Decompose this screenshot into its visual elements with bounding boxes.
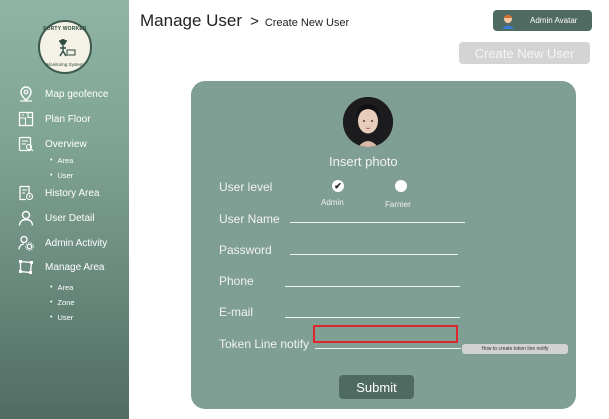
phone-input[interactable]	[285, 286, 460, 287]
map-pin-icon	[18, 86, 34, 102]
sidebar-item-history-area[interactable]: History Area	[18, 185, 99, 201]
breadcrumb: Manage User > Create New User	[140, 11, 349, 31]
phone-label: Phone	[219, 274, 254, 288]
admin-avatar-button[interactable]: Admin Avatar	[493, 10, 592, 31]
token-line-notify-input[interactable]	[313, 325, 458, 343]
history-icon	[18, 185, 34, 201]
user-icon	[18, 210, 34, 226]
sidebar-item-admin-activity[interactable]: Admin Activity	[18, 235, 107, 251]
user-level-admin-label: Admin	[321, 198, 344, 207]
sidebar-item-overview[interactable]: Overview	[18, 136, 87, 152]
manage-area-icon	[18, 259, 34, 275]
password-input[interactable]	[290, 254, 458, 255]
admin-activity-icon	[18, 235, 34, 251]
user-level-label: User level	[219, 180, 273, 194]
sidebar-item-label: Manage Area	[45, 261, 105, 273]
user-level-admin-radio[interactable]: ✔	[332, 180, 344, 192]
email-label: E-mail	[219, 305, 254, 319]
sidebar-item-label: Admin Activity	[45, 237, 108, 249]
app-logo: FORTY WORKER Monitoring System	[38, 20, 92, 74]
sidebar: FORTY WORKER Monitoring System Map geofe…	[0, 0, 129, 419]
sidebar-item-label: Map geofence	[45, 88, 109, 100]
email-input[interactable]	[285, 317, 460, 318]
sidebar-item-manage-area[interactable]: Manage Area	[18, 259, 105, 275]
sidebar-subitem-manage-zone[interactable]: Zone	[50, 298, 74, 307]
logo-bottom-text: Monitoring System	[46, 62, 84, 67]
how-to-create-token-button[interactable]: How to create token line notify	[462, 344, 568, 354]
token-input-underline	[315, 348, 461, 349]
logo-top-text: FORTY WORKER	[43, 26, 87, 32]
profile-photo-image	[343, 97, 393, 147]
farmer-logo-icon	[59, 39, 76, 57]
admin-avatar-label: Admin Avatar	[530, 16, 578, 25]
sidebar-item-label: User Detail	[45, 212, 95, 224]
avatar	[502, 14, 514, 29]
sidebar-subitem-manage-user[interactable]: User	[50, 313, 73, 322]
token-line-notify-label: Token Line notify	[219, 337, 310, 351]
floor-plan-icon	[18, 111, 34, 127]
breadcrumb-current: Create New User	[264, 17, 350, 29]
sidebar-item-label: Overview	[45, 138, 87, 150]
sidebar-item-user-detail[interactable]: User Detail	[18, 210, 94, 226]
check-icon: ✔	[334, 180, 342, 191]
insert-photo-label: Insert photo	[329, 154, 398, 169]
sidebar-subitem-manage-area[interactable]: Area	[50, 283, 73, 292]
overview-icon	[18, 136, 34, 152]
user-name-label: User Name	[219, 212, 280, 226]
page-title: Manage User	[140, 11, 243, 30]
user-name-input[interactable]	[290, 222, 465, 223]
password-label: Password	[219, 243, 272, 257]
submit-button[interactable]: Submit	[339, 375, 414, 399]
sidebar-item-plan-floor[interactable]: Plan Floor	[18, 111, 91, 127]
sidebar-item-label: History Area	[45, 187, 100, 199]
sidebar-item-label: Plan Floor	[45, 113, 91, 125]
user-level-farmer-radio[interactable]	[395, 180, 407, 192]
sidebar-subitem-overview-user[interactable]: User	[50, 171, 73, 180]
sidebar-subitem-overview-area[interactable]: Area	[50, 156, 73, 165]
breadcrumb-separator: >	[250, 13, 259, 30]
sidebar-item-map-geofence[interactable]: Map geofence	[18, 86, 108, 102]
create-new-user-button[interactable]: Create New User	[459, 42, 590, 64]
profile-photo-upload[interactable]	[343, 97, 393, 147]
user-level-farmer-label: Farmer	[385, 200, 411, 209]
